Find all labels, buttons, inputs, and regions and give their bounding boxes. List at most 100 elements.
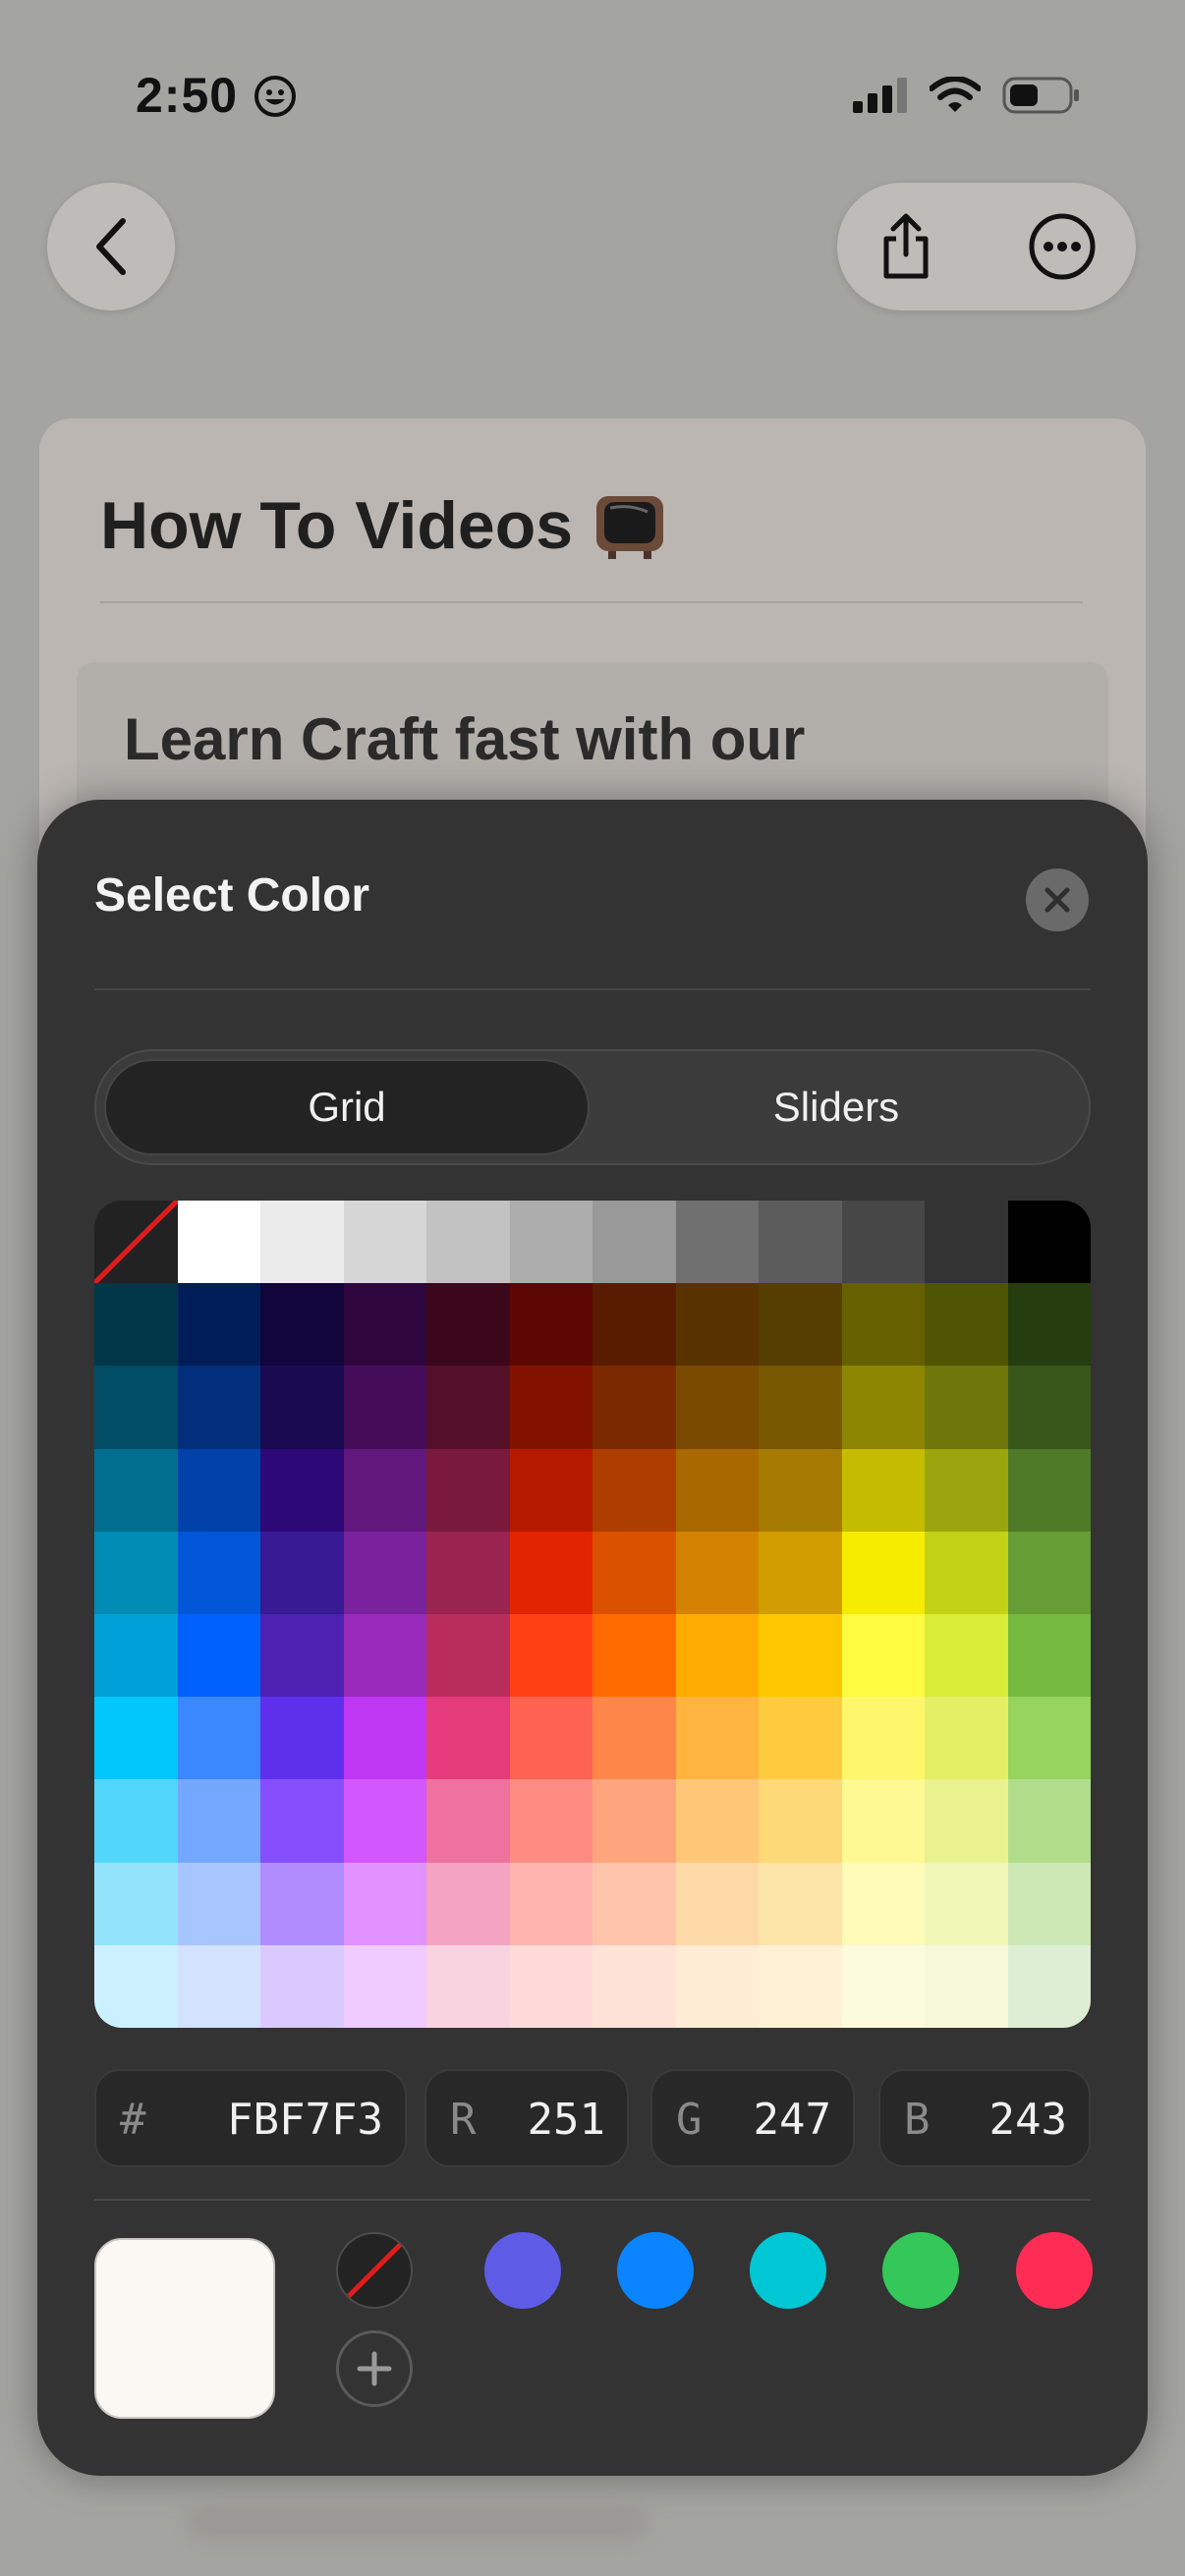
color-swatch[interactable]: [343, 1697, 426, 1780]
color-swatch[interactable]: [759, 1697, 842, 1780]
color-swatch[interactable]: [759, 1201, 842, 1284]
color-swatch[interactable]: [925, 1862, 1008, 1945]
color-swatch[interactable]: [94, 1448, 178, 1532]
color-swatch[interactable]: [343, 1366, 426, 1449]
color-swatch[interactable]: [675, 1613, 759, 1698]
color-swatch[interactable]: [759, 1448, 842, 1532]
color-swatch[interactable]: [1007, 1366, 1091, 1449]
color-swatch[interactable]: [343, 1944, 426, 2028]
color-swatch[interactable]: [343, 1283, 426, 1367]
color-swatch[interactable]: [177, 1531, 260, 1614]
color-swatch[interactable]: [675, 1531, 759, 1614]
color-swatch[interactable]: [509, 1283, 592, 1367]
color-swatch[interactable]: [426, 1283, 510, 1367]
color-swatch[interactable]: [94, 1779, 178, 1863]
color-swatch[interactable]: [509, 1448, 592, 1532]
color-swatch[interactable]: [759, 1366, 842, 1449]
color-swatch[interactable]: [260, 1613, 344, 1698]
color-swatch[interactable]: [94, 1283, 178, 1367]
color-swatch[interactable]: [759, 1944, 842, 2028]
color-swatch[interactable]: [759, 1862, 842, 1945]
swatch-no-color[interactable]: [94, 1201, 178, 1284]
color-swatch[interactable]: [509, 1779, 592, 1863]
color-swatch[interactable]: [841, 1283, 925, 1367]
tab-grid[interactable]: Grid: [104, 1059, 590, 1155]
color-swatch[interactable]: [260, 1779, 344, 1863]
color-swatch[interactable]: [592, 1779, 676, 1863]
color-swatch[interactable]: [675, 1862, 759, 1945]
color-swatch[interactable]: [260, 1283, 344, 1367]
color-swatch[interactable]: [925, 1448, 1008, 1532]
color-swatch[interactable]: [592, 1862, 676, 1945]
color-swatch[interactable]: [675, 1366, 759, 1449]
color-swatch[interactable]: [592, 1697, 676, 1780]
color-swatch[interactable]: [1007, 1779, 1091, 1863]
color-swatch[interactable]: [592, 1201, 676, 1284]
recent-color-swatch[interactable]: [484, 2232, 561, 2309]
color-swatch[interactable]: [1007, 1448, 1091, 1532]
color-swatch[interactable]: [925, 1201, 1008, 1284]
color-swatch[interactable]: [509, 1613, 592, 1698]
color-swatch[interactable]: [841, 1944, 925, 2028]
color-swatch[interactable]: [592, 1448, 676, 1532]
color-swatch[interactable]: [592, 1283, 676, 1367]
color-swatch[interactable]: [426, 1862, 510, 1945]
color-swatch[interactable]: [343, 1201, 426, 1284]
color-swatch[interactable]: [1007, 1283, 1091, 1367]
color-swatch[interactable]: [675, 1448, 759, 1532]
color-swatch[interactable]: [925, 1779, 1008, 1863]
color-swatch[interactable]: [1007, 1697, 1091, 1780]
color-swatch[interactable]: [592, 1944, 676, 2028]
color-swatch[interactable]: [509, 1862, 592, 1945]
color-swatch[interactable]: [177, 1283, 260, 1367]
color-swatch[interactable]: [759, 1613, 842, 1698]
color-swatch[interactable]: [841, 1201, 925, 1284]
color-swatch[interactable]: [841, 1531, 925, 1614]
color-swatch[interactable]: [841, 1697, 925, 1780]
color-swatch[interactable]: [177, 1862, 260, 1945]
color-swatch[interactable]: [925, 1283, 1008, 1367]
tab-sliders[interactable]: Sliders: [593, 1059, 1079, 1155]
color-swatch[interactable]: [260, 1531, 344, 1614]
color-swatch[interactable]: [759, 1531, 842, 1614]
color-swatch[interactable]: [177, 1944, 260, 2028]
red-field[interactable]: R 251: [424, 2069, 629, 2167]
color-swatch[interactable]: [675, 1697, 759, 1780]
recent-color-swatch[interactable]: [882, 2232, 959, 2309]
color-swatch[interactable]: [509, 1201, 592, 1284]
color-swatch[interactable]: [841, 1448, 925, 1532]
color-swatch[interactable]: [759, 1779, 842, 1863]
color-swatch[interactable]: [343, 1531, 426, 1614]
color-swatch[interactable]: [592, 1366, 676, 1449]
color-swatch[interactable]: [675, 1779, 759, 1863]
color-swatch[interactable]: [94, 1697, 178, 1780]
color-swatch[interactable]: [509, 1366, 592, 1449]
color-swatch[interactable]: [509, 1944, 592, 2028]
hex-field[interactable]: # FBF7F3: [94, 2069, 407, 2167]
color-swatch[interactable]: [177, 1448, 260, 1532]
color-swatch[interactable]: [925, 1697, 1008, 1780]
color-swatch[interactable]: [177, 1779, 260, 1863]
color-swatch[interactable]: [1007, 1201, 1091, 1284]
color-swatch[interactable]: [925, 1366, 1008, 1449]
color-swatch[interactable]: [426, 1613, 510, 1698]
color-swatch[interactable]: [1007, 1531, 1091, 1614]
color-swatch[interactable]: [841, 1862, 925, 1945]
color-swatch[interactable]: [260, 1448, 344, 1532]
color-swatch[interactable]: [759, 1283, 842, 1367]
color-swatch[interactable]: [260, 1862, 344, 1945]
color-swatch[interactable]: [426, 1366, 510, 1449]
color-swatch[interactable]: [260, 1201, 344, 1284]
color-swatch[interactable]: [675, 1283, 759, 1367]
blue-field[interactable]: B 243: [878, 2069, 1091, 2167]
color-swatch[interactable]: [925, 1944, 1008, 2028]
color-swatch[interactable]: [1007, 1862, 1091, 1945]
color-swatch[interactable]: [841, 1779, 925, 1863]
color-swatch[interactable]: [260, 1944, 344, 2028]
color-swatch[interactable]: [426, 1944, 510, 2028]
green-field[interactable]: G 247: [650, 2069, 855, 2167]
color-swatch[interactable]: [925, 1613, 1008, 1698]
back-button[interactable]: [47, 183, 175, 310]
add-color-button[interactable]: [336, 2330, 413, 2407]
color-swatch[interactable]: [1007, 1613, 1091, 1698]
